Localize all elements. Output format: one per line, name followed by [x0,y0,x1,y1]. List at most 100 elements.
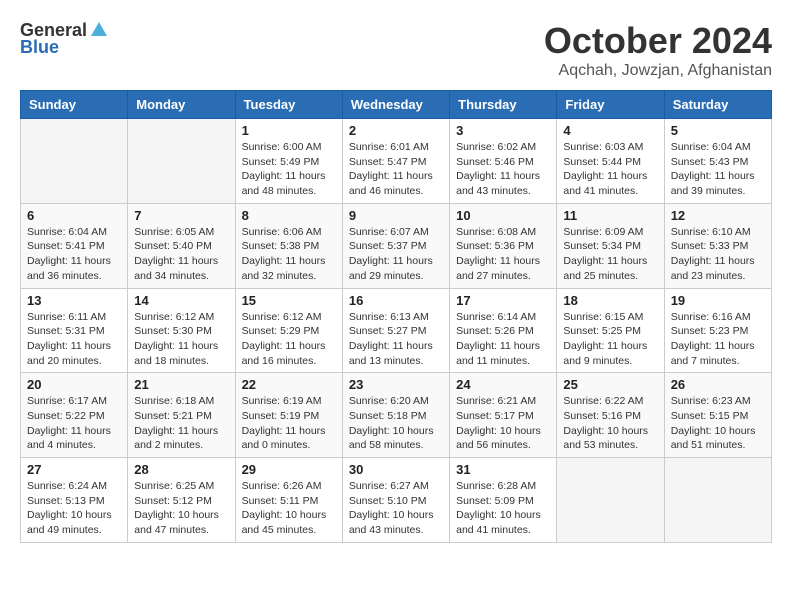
day-info: Sunrise: 6:15 AMSunset: 5:25 PMDaylight:… [563,310,657,369]
day-info: Sunrise: 6:16 AMSunset: 5:23 PMDaylight:… [671,310,765,369]
day-number: 17 [456,293,550,308]
calendar-cell: 28 Sunrise: 6:25 AMSunset: 5:12 PMDayligh… [128,458,235,543]
day-number: 2 [349,123,443,138]
day-info: Sunrise: 6:03 AMSunset: 5:44 PMDaylight:… [563,140,657,199]
day-info: Sunrise: 6:09 AMSunset: 5:34 PMDaylight:… [563,225,657,284]
weekday-header-saturday: Saturday [664,91,771,119]
day-number: 31 [456,462,550,477]
day-info: Sunrise: 6:28 AMSunset: 5:09 PMDaylight:… [456,479,550,538]
logo-icon [89,20,109,40]
day-number: 22 [242,377,336,392]
calendar-cell: 11 Sunrise: 6:09 AMSunset: 5:34 PMDayligh… [557,203,664,288]
calendar-cell: 25 Sunrise: 6:22 AMSunset: 5:16 PMDayligh… [557,373,664,458]
day-number: 7 [134,208,228,223]
calendar-cell: 29Sunrise: 6:26 AMSunset: 5:11 PMDayligh… [235,458,342,543]
calendar-cell: 1 Sunrise: 6:00 AMSunset: 5:49 PMDaylight… [235,119,342,204]
calendar-cell: 19Sunrise: 6:16 AMSunset: 5:23 PMDayligh… [664,288,771,373]
calendar-week-4: 20 Sunrise: 6:17 AMSunset: 5:22 PMDayligh… [21,373,772,458]
calendar-cell: 26Sunrise: 6:23 AMSunset: 5:15 PMDayligh… [664,373,771,458]
day-number: 8 [242,208,336,223]
day-number: 13 [27,293,121,308]
day-info: Sunrise: 6:05 AMSunset: 5:40 PMDaylight:… [134,225,228,284]
calendar-cell: 4 Sunrise: 6:03 AMSunset: 5:44 PMDaylight… [557,119,664,204]
day-info: Sunrise: 6:25 AMSunset: 5:12 PMDaylight:… [134,479,228,538]
day-number: 15 [242,293,336,308]
calendar-cell: 2 Sunrise: 6:01 AMSunset: 5:47 PMDaylight… [342,119,449,204]
calendar-week-2: 6Sunrise: 6:04 AMSunset: 5:41 PMDaylight… [21,203,772,288]
day-number: 12 [671,208,765,223]
day-number: 5 [671,123,765,138]
day-info: Sunrise: 6:12 AMSunset: 5:30 PMDaylight:… [134,310,228,369]
day-info: Sunrise: 6:21 AMSunset: 5:17 PMDaylight:… [456,394,550,453]
calendar-cell: 23Sunrise: 6:20 AMSunset: 5:18 PMDayligh… [342,373,449,458]
calendar-cell: 12 Sunrise: 6:10 AMSunset: 5:33 PMDayligh… [664,203,771,288]
calendar-cell: 18Sunrise: 6:15 AMSunset: 5:25 PMDayligh… [557,288,664,373]
day-number: 25 [563,377,657,392]
day-info: Sunrise: 6:12 AMSunset: 5:29 PMDaylight:… [242,310,336,369]
calendar-cell: 17 Sunrise: 6:14 AMSunset: 5:26 PMDayligh… [450,288,557,373]
calendar-cell [128,119,235,204]
calendar-body: 1 Sunrise: 6:00 AMSunset: 5:49 PMDaylight… [21,119,772,543]
calendar-week-1: 1 Sunrise: 6:00 AMSunset: 5:49 PMDaylight… [21,119,772,204]
day-info: Sunrise: 6:00 AMSunset: 5:49 PMDaylight:… [242,140,336,199]
day-info: Sunrise: 6:08 AMSunset: 5:36 PMDaylight:… [456,225,550,284]
day-number: 27 [27,462,121,477]
day-info: Sunrise: 6:19 AMSunset: 5:19 PMDaylight:… [242,394,336,453]
logo-blue-text: Blue [20,37,59,58]
day-info: Sunrise: 6:01 AMSunset: 5:47 PMDaylight:… [349,140,443,199]
weekday-header-monday: Monday [128,91,235,119]
calendar-cell: 3Sunrise: 6:02 AMSunset: 5:46 PMDaylight… [450,119,557,204]
day-number: 16 [349,293,443,308]
day-info: Sunrise: 6:17 AMSunset: 5:22 PMDaylight:… [27,394,121,453]
calendar-cell: 21 Sunrise: 6:18 AMSunset: 5:21 PMDayligh… [128,373,235,458]
day-info: Sunrise: 6:27 AMSunset: 5:10 PMDaylight:… [349,479,443,538]
day-number: 10 [456,208,550,223]
day-number: 20 [27,377,121,392]
calendar-cell: 27 Sunrise: 6:24 AMSunset: 5:13 PMDayligh… [21,458,128,543]
calendar-cell: 9 Sunrise: 6:07 AMSunset: 5:37 PMDaylight… [342,203,449,288]
day-info: Sunrise: 6:10 AMSunset: 5:33 PMDaylight:… [671,225,765,284]
calendar-cell [21,119,128,204]
day-info: Sunrise: 6:22 AMSunset: 5:16 PMDaylight:… [563,394,657,453]
day-number: 21 [134,377,228,392]
weekday-header-sunday: Sunday [21,91,128,119]
day-number: 29 [242,462,336,477]
weekday-header-thursday: Thursday [450,91,557,119]
day-number: 1 [242,123,336,138]
day-number: 24 [456,377,550,392]
day-number: 30 [349,462,443,477]
day-number: 11 [563,208,657,223]
calendar-cell: 20 Sunrise: 6:17 AMSunset: 5:22 PMDayligh… [21,373,128,458]
calendar-cell: 6Sunrise: 6:04 AMSunset: 5:41 PMDaylight… [21,203,128,288]
day-number: 9 [349,208,443,223]
calendar-cell: 15 Sunrise: 6:12 AMSunset: 5:29 PMDayligh… [235,288,342,373]
day-info: Sunrise: 6:04 AMSunset: 5:43 PMDaylight:… [671,140,765,199]
day-info: Sunrise: 6:18 AMSunset: 5:21 PMDaylight:… [134,394,228,453]
logo: General Blue [20,20,109,58]
weekday-header-tuesday: Tuesday [235,91,342,119]
calendar-week-5: 27 Sunrise: 6:24 AMSunset: 5:13 PMDayligh… [21,458,772,543]
header: General Blue October 2024 Aqchah, Jowzja… [20,20,772,80]
day-info: Sunrise: 6:23 AMSunset: 5:15 PMDaylight:… [671,394,765,453]
calendar-cell: 30 Sunrise: 6:27 AMSunset: 5:10 PMDayligh… [342,458,449,543]
day-info: Sunrise: 6:14 AMSunset: 5:26 PMDaylight:… [456,310,550,369]
day-info: Sunrise: 6:06 AMSunset: 5:38 PMDaylight:… [242,225,336,284]
calendar-cell: 24 Sunrise: 6:21 AMSunset: 5:17 PMDayligh… [450,373,557,458]
calendar-cell: 8 Sunrise: 6:06 AMSunset: 5:38 PMDaylight… [235,203,342,288]
day-number: 28 [134,462,228,477]
day-number: 4 [563,123,657,138]
weekday-header-friday: Friday [557,91,664,119]
title-area: October 2024 Aqchah, Jowzjan, Afghanista… [544,20,772,80]
calendar-cell: 10 Sunrise: 6:08 AMSunset: 5:36 PMDayligh… [450,203,557,288]
day-info: Sunrise: 6:13 AMSunset: 5:27 PMDaylight:… [349,310,443,369]
day-info: Sunrise: 6:07 AMSunset: 5:37 PMDaylight:… [349,225,443,284]
day-info: Sunrise: 6:20 AMSunset: 5:18 PMDaylight:… [349,394,443,453]
day-info: Sunrise: 6:24 AMSunset: 5:13 PMDaylight:… [27,479,121,538]
calendar-cell: 16 Sunrise: 6:13 AMSunset: 5:27 PMDayligh… [342,288,449,373]
calendar-cell: 13Sunrise: 6:11 AMSunset: 5:31 PMDayligh… [21,288,128,373]
calendar-cell: 22 Sunrise: 6:19 AMSunset: 5:19 PMDayligh… [235,373,342,458]
calendar: SundayMondayTuesdayWednesdayThursdayFrid… [20,90,772,543]
month-title: October 2024 [544,20,772,62]
location-title: Aqchah, Jowzjan, Afghanistan [544,62,772,80]
weekday-header-row: SundayMondayTuesdayWednesdayThursdayFrid… [21,91,772,119]
